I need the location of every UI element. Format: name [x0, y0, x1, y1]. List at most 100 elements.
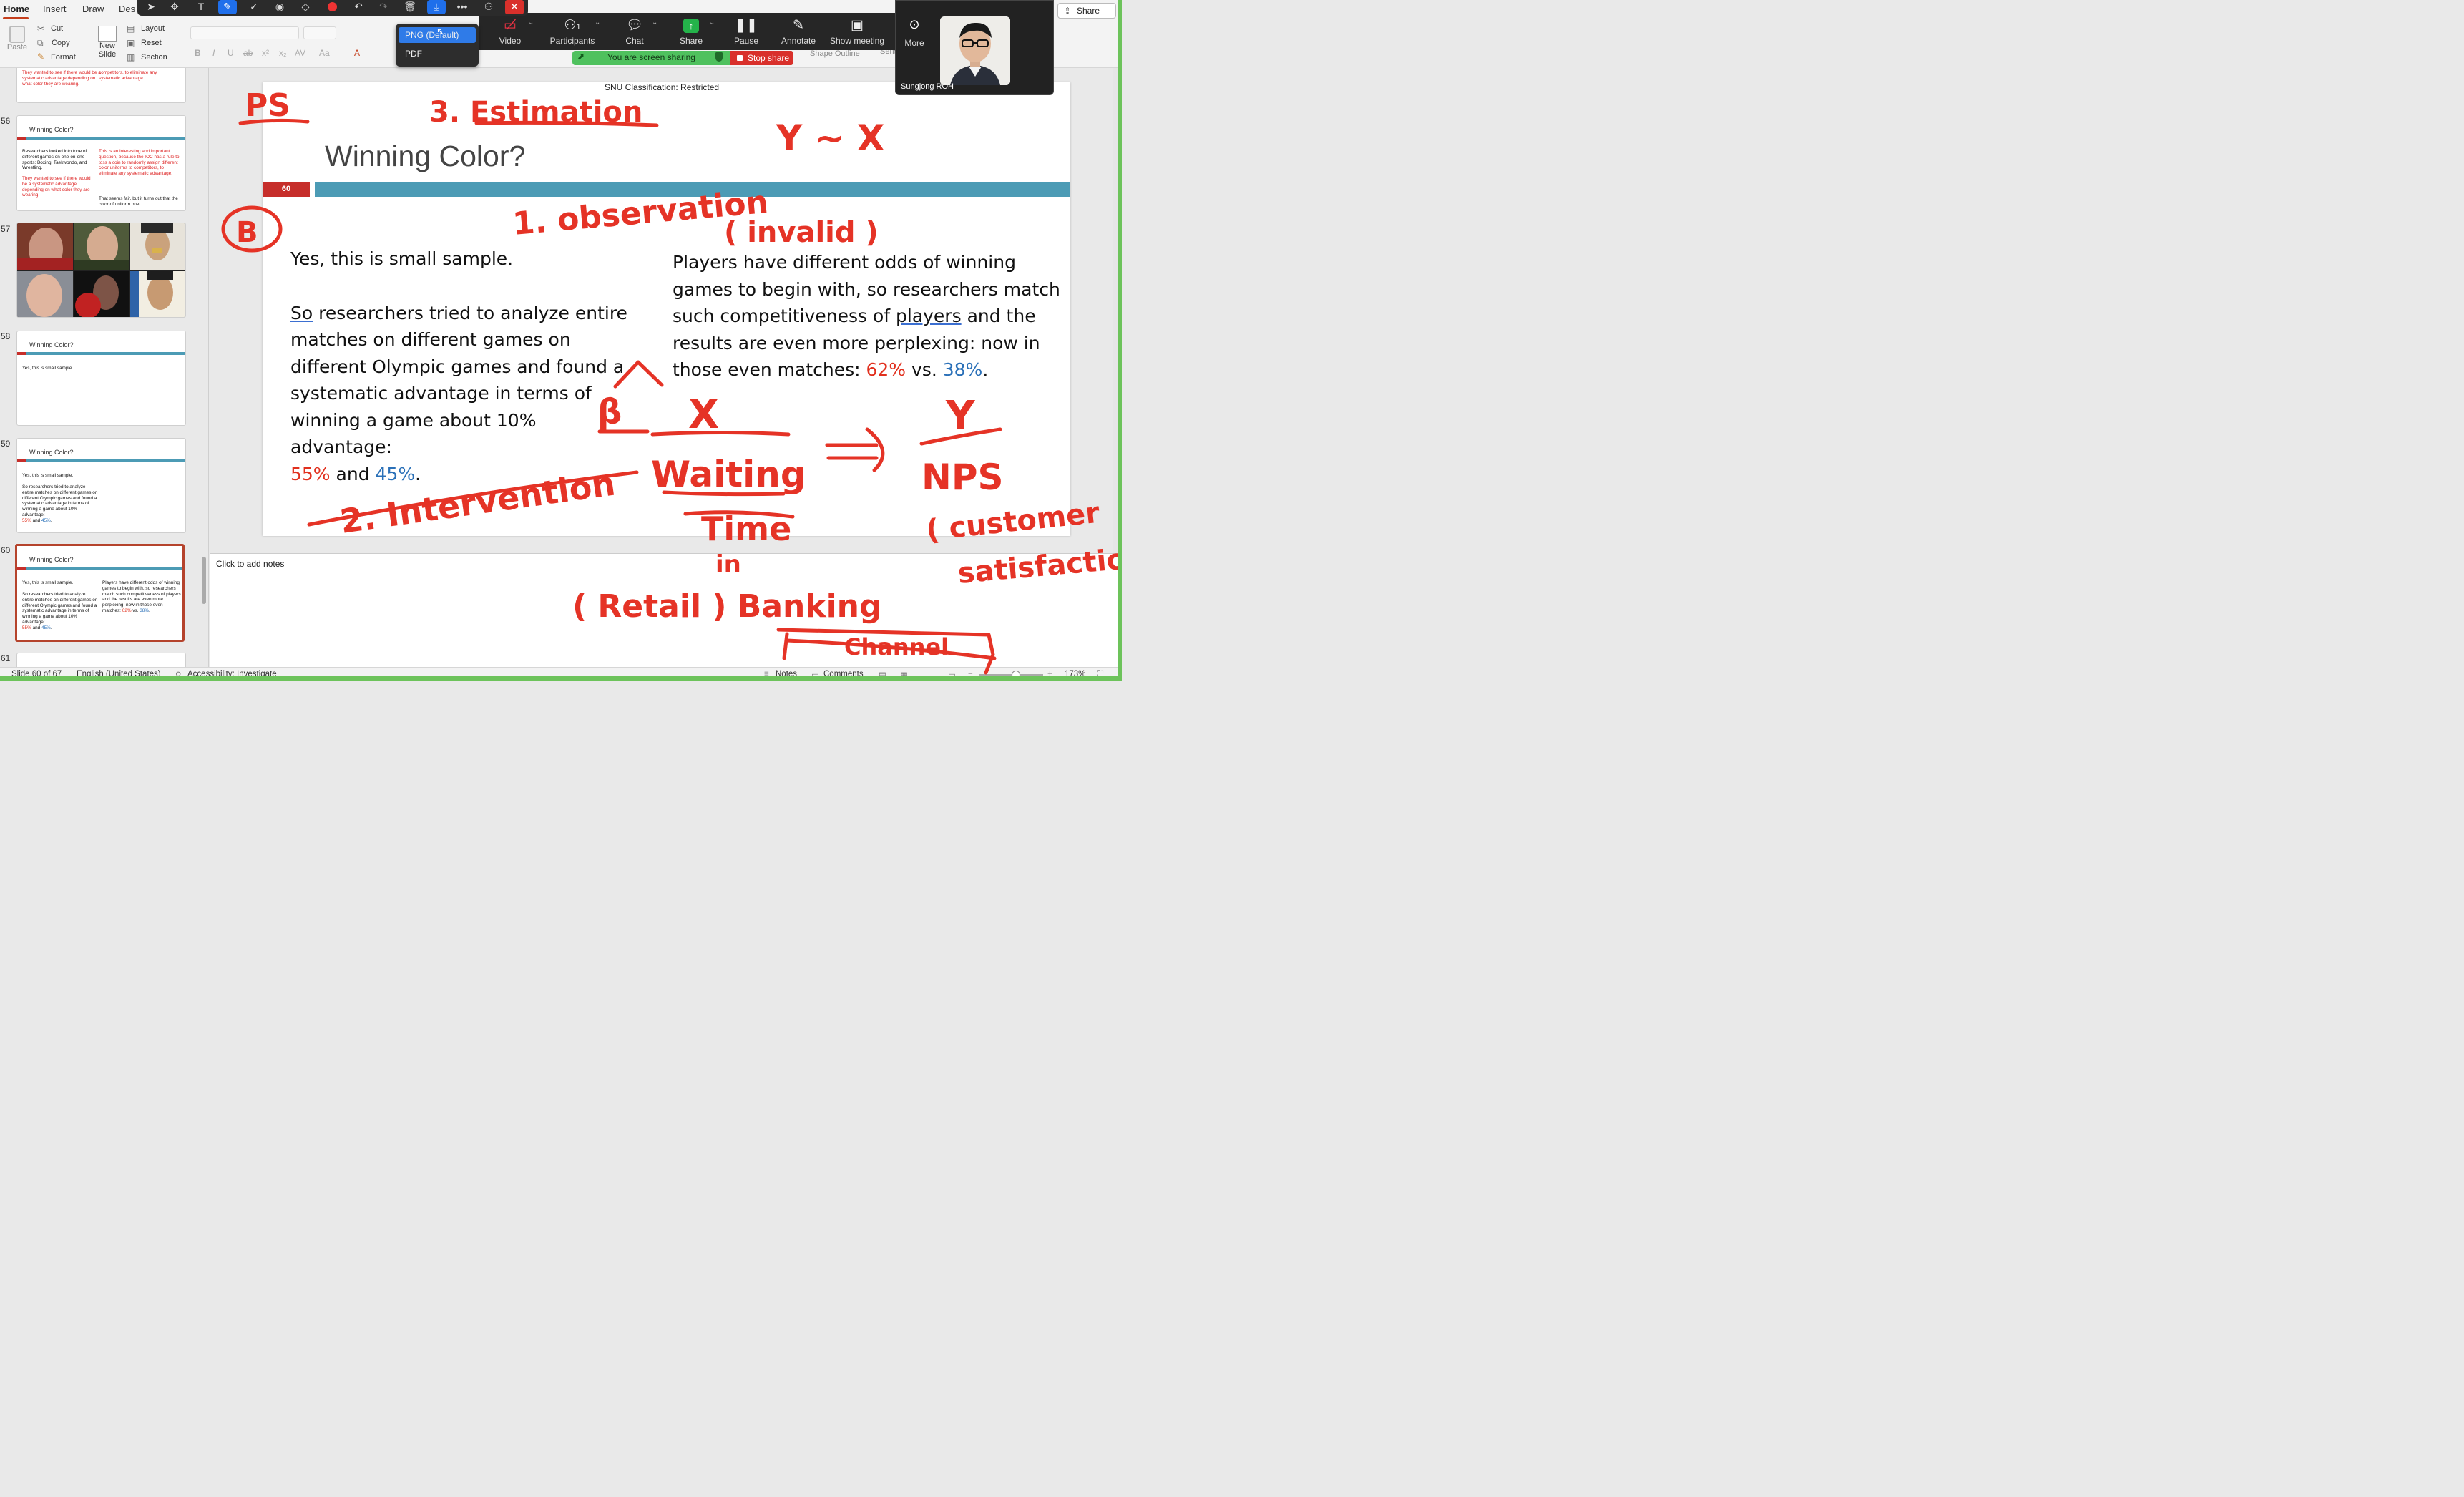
pct-38: 38%: [942, 359, 983, 380]
more-icon[interactable]: •••: [453, 0, 471, 14]
more-label[interactable]: More: [896, 38, 933, 48]
delete-icon[interactable]: 🗑︎: [401, 0, 419, 14]
screen-share-border: [0, 676, 1122, 681]
pause-share-button[interactable]: ❚❚ Pause: [718, 16, 775, 46]
slide-thumbnail-56[interactable]: Winning Color? Researchers looked into t…: [16, 115, 186, 211]
format-painter-icon: ✎: [37, 52, 45, 62]
tab-home[interactable]: Home: [4, 4, 29, 14]
save-icon[interactable]: ⤓: [427, 0, 446, 14]
pct-55: 55%: [290, 463, 331, 484]
stop-share-button[interactable]: Stop share: [730, 51, 793, 65]
right-vs: vs.: [906, 359, 943, 380]
font-size-field[interactable]: [303, 26, 336, 39]
redo-icon[interactable]: ↷: [374, 0, 393, 14]
slide-number: 61: [1, 653, 11, 663]
slide-thumbnail-61[interactable]: [16, 653, 186, 667]
slide-canvas[interactable]: SNU Classification: Restricted Winning C…: [263, 82, 1070, 536]
participants-icon: ⚇1: [564, 18, 581, 33]
subscript-button[interactable]: x₂: [279, 48, 287, 58]
reset-button[interactable]: Reset: [141, 39, 162, 47]
left-text-box[interactable]: Yes, this is small sample. So researcher…: [290, 245, 634, 487]
copy-button[interactable]: Copy: [52, 39, 70, 47]
participants-options-caret[interactable]: ⌄: [595, 19, 600, 26]
bold-button[interactable]: B: [195, 48, 201, 58]
video-tile[interactable]: ⊙ More Sungjong ROH: [895, 0, 1054, 95]
chat-label: Chat: [625, 36, 644, 46]
slide-thumbnail-55[interactable]: They wanted to see if there would be a s…: [16, 68, 186, 103]
character-spacing-button[interactable]: AV: [295, 48, 305, 58]
thumb-text: They wanted to see if there would be a s…: [22, 176, 91, 198]
format-painter-button[interactable]: Format: [51, 53, 76, 62]
pen-icon[interactable]: ✎: [218, 0, 237, 14]
video-options-caret[interactable]: ⌄: [528, 19, 534, 26]
photo-boxer-1: [17, 223, 73, 270]
notes-placeholder[interactable]: Click to add notes: [216, 559, 284, 569]
thumb-title-bar: [17, 137, 185, 140]
undo-icon[interactable]: ↶: [349, 0, 368, 14]
share-options-caret[interactable]: ⌄: [709, 19, 715, 26]
color-icon[interactable]: [323, 0, 341, 14]
strikethrough-button[interactable]: ab: [243, 48, 253, 58]
underline-button[interactable]: U: [228, 48, 234, 58]
section-button[interactable]: Section: [141, 53, 167, 62]
thumb-text: That seems fair, but it turns out that t…: [99, 196, 178, 207]
stamp-icon[interactable]: ✓: [245, 0, 263, 14]
change-case-button[interactable]: Aa: [319, 48, 330, 58]
annotate-button[interactable]: ✎ Annotate: [770, 16, 827, 46]
slide-number: 57: [1, 224, 11, 234]
superscript-button[interactable]: x²: [262, 48, 269, 58]
export-pdf-option[interactable]: PDF: [399, 46, 476, 62]
participants-button[interactable]: ⚇1 Participants: [544, 16, 601, 46]
new-slide-label-1: New: [99, 42, 115, 50]
cut-button[interactable]: Cut: [51, 24, 63, 33]
thumb-title: Winning Color?: [29, 126, 74, 133]
show-meeting-icon: ▣: [851, 18, 864, 33]
more-icon[interactable]: ⊙: [904, 17, 925, 33]
slide-thumbnail-57[interactable]: [16, 223, 186, 318]
thumb-text: So researchers tried to analyze entire m…: [22, 484, 98, 524]
font-name-field[interactable]: [190, 26, 299, 39]
thumb-title-bar: [17, 352, 185, 355]
copy-icon: ⧉: [37, 38, 44, 48]
slide-thumbnail-58[interactable]: Winning Color? Yes, this is small sample…: [16, 331, 186, 426]
mouse-icon[interactable]: ➤: [142, 0, 160, 14]
tab-insert[interactable]: Insert: [43, 4, 67, 14]
share-label: Share: [1077, 6, 1100, 16]
thumb-text: Researchers looked into tone of differen…: [22, 149, 87, 171]
thumb-text-span: So researchers tried to analyze entire m…: [22, 592, 98, 625]
notes-pane[interactable]: Click to add notes: [210, 553, 1122, 667]
new-slide-button[interactable]: New Slide: [93, 26, 122, 59]
slide-thumbnail-60[interactable]: Winning Color? Yes, this is small sample…: [15, 544, 185, 642]
shape-outline-button[interactable]: Shape Outline: [810, 49, 860, 58]
right-text-box[interactable]: Players have different odds of winning g…: [673, 249, 1062, 384]
tab-draw[interactable]: Draw: [82, 4, 104, 14]
close-icon[interactable]: ✕: [505, 0, 524, 14]
annotator-name-icon[interactable]: ⚇: [479, 0, 498, 14]
thumb-text: So researchers tried to analyze entire m…: [22, 592, 98, 631]
new-slide-icon: [98, 26, 117, 42]
zoom-slider[interactable]: [979, 674, 1043, 676]
eraser-icon[interactable]: ◇: [296, 0, 315, 14]
tab-design[interactable]: Des: [119, 4, 135, 14]
move-icon[interactable]: ✥: [165, 0, 184, 14]
slide-number: 60: [1, 545, 11, 555]
chat-options-caret[interactable]: ⌄: [652, 19, 657, 26]
layout-button[interactable]: Layout: [141, 24, 165, 33]
spotlight-icon[interactable]: ◉: [270, 0, 289, 14]
thumb-pct-red: 55%: [22, 517, 31, 523]
text-icon[interactable]: T: [192, 0, 210, 14]
thumbnail-scrollbar[interactable]: [202, 557, 206, 604]
slide-number: 59: [1, 439, 11, 449]
share-button[interactable]: ⇪ Share: [1057, 3, 1116, 19]
highlight-button[interactable]: A: [354, 48, 360, 58]
slide-thumbnail-59[interactable]: Winning Color? Yes, this is small sample…: [16, 438, 186, 533]
left-so: So: [290, 302, 313, 323]
thumb-text: Yes, this is small sample.: [22, 366, 74, 371]
thumb-period: .: [50, 517, 52, 523]
slide-thumbnail-panel[interactable]: They wanted to see if there would be a s…: [0, 68, 209, 667]
italic-button[interactable]: I: [212, 48, 215, 58]
slide-title[interactable]: Winning Color?: [325, 140, 525, 173]
stop-icon: [737, 55, 743, 61]
paste-button[interactable]: Paste: [4, 26, 30, 52]
show-meeting-button[interactable]: ▣ Show meeting: [825, 16, 889, 46]
